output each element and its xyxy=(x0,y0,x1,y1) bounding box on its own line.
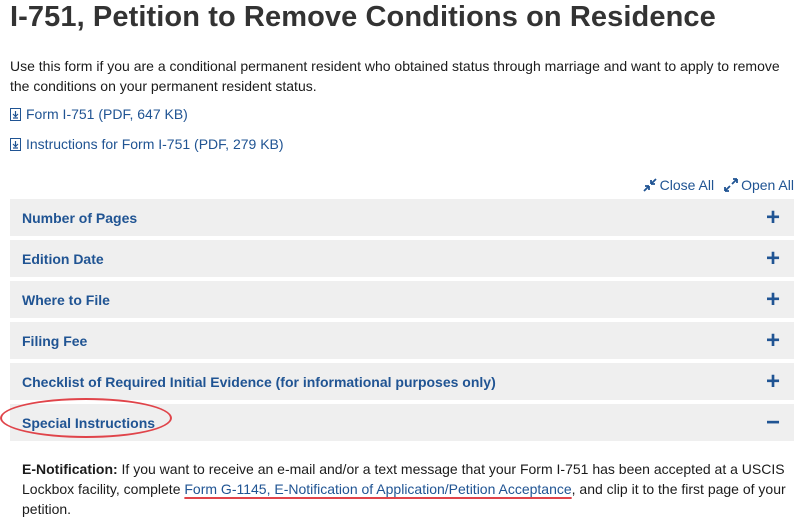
close-all-label: Close All xyxy=(659,177,715,193)
open-all-label: Open All xyxy=(741,177,794,193)
accordion-number-of-pages[interactable]: Number of Pages + xyxy=(10,199,794,236)
special-instructions-content: E-Notification: If you want to receive a… xyxy=(22,459,792,519)
accordion-label: Where to File xyxy=(22,291,110,308)
accordion-filing-fee[interactable]: Filing Fee + xyxy=(10,322,794,359)
accordion-label: Special Instructions xyxy=(22,414,156,431)
e-notification-heading: E-Notification: xyxy=(22,461,118,477)
accordion-label: Checklist of Required Initial Evidence (… xyxy=(22,373,496,390)
open-all-button[interactable]: Open All xyxy=(724,177,794,193)
accordion-checklist[interactable]: Checklist of Required Initial Evidence (… xyxy=(10,363,794,400)
form-pdf-link[interactable]: Form I-751 (PDF, 647 KB) xyxy=(10,106,188,122)
accordion-label: Filing Fee xyxy=(22,332,88,349)
accordion-edition-date[interactable]: Edition Date + xyxy=(10,240,794,277)
accordion-label: Edition Date xyxy=(22,250,104,267)
plus-icon[interactable]: + xyxy=(764,205,782,230)
accordion-special-instructions[interactable]: Special Instructions − xyxy=(0,398,794,441)
form-pdf-label: Form I-751 (PDF, 647 KB) xyxy=(26,106,188,122)
minus-icon[interactable]: − xyxy=(764,410,782,435)
accordion-controls: Close All Open All xyxy=(642,177,794,193)
download-icon xyxy=(10,107,21,121)
plus-icon[interactable]: + xyxy=(764,369,782,394)
instructions-pdf-link[interactable]: Instructions for Form I-751 (PDF, 279 KB… xyxy=(10,136,284,152)
close-all-button[interactable]: Close All xyxy=(642,177,715,193)
accordion-label: Number of Pages xyxy=(22,209,138,226)
plus-icon[interactable]: + xyxy=(764,246,782,271)
instructions-pdf-label: Instructions for Form I-751 (PDF, 279 KB… xyxy=(26,136,284,152)
expand-icon xyxy=(724,178,738,192)
plus-icon[interactable]: + xyxy=(764,287,782,312)
plus-icon[interactable]: + xyxy=(764,328,782,353)
accordion-where-to-file[interactable]: Where to File + xyxy=(10,281,794,318)
collapse-icon xyxy=(642,178,657,192)
form-g1145-link[interactable]: Form G-1145, E-Notification of Applicati… xyxy=(184,481,571,497)
download-icon xyxy=(10,137,21,151)
intro-text: Use this form if you are a conditional p… xyxy=(10,58,780,94)
page-title: I-751, Petition to Remove Conditions on … xyxy=(10,1,716,33)
accordion: Number of Pages + Edition Date + Where t… xyxy=(0,199,794,445)
